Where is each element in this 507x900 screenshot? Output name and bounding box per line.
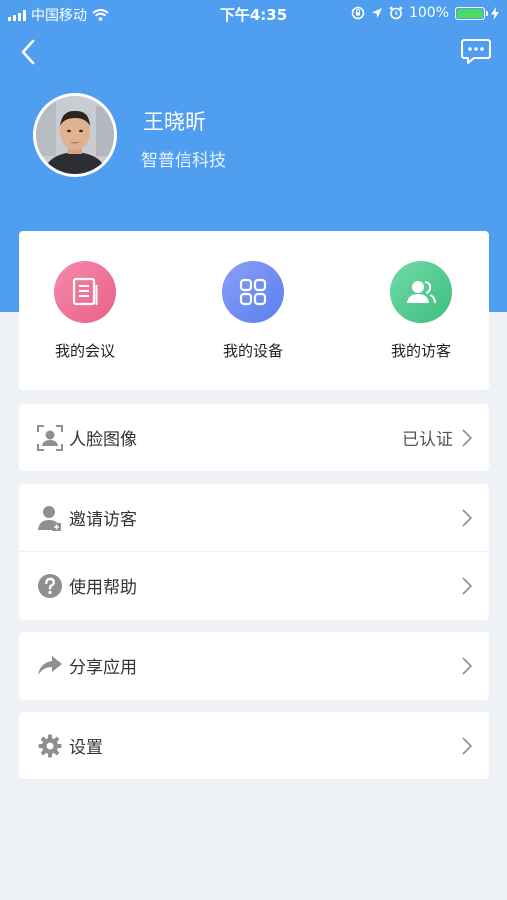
quick-action-label: 我的会议 [54, 342, 115, 360]
user-add-icon [37, 505, 63, 531]
user-name: 王晓昕 [143, 110, 206, 134]
gear-icon [37, 733, 63, 759]
location-icon [371, 8, 382, 18]
invite-visitor-row[interactable]: 邀请访客 [19, 484, 489, 551]
user-company: 智普信科技 [141, 151, 226, 171]
question-circle-icon [37, 573, 63, 599]
quick-action-label: 我的访客 [390, 342, 451, 360]
chevron-right-icon [462, 428, 473, 447]
status-bar: 中国移动 下午4:35 100% [0, 0, 507, 28]
face-image-row[interactable]: 人脸图像 已认证 [19, 404, 489, 471]
chat-bubble-icon [461, 39, 491, 64]
alarm-icon [389, 6, 403, 20]
settings-row[interactable]: 设置 [19, 712, 489, 779]
rotation-lock-icon [351, 6, 365, 20]
people-icon [390, 261, 452, 323]
share-card: 分享应用 [19, 632, 489, 700]
settings-label: 设置 [69, 738, 103, 758]
invite-visitor-label: 邀请访客 [69, 510, 137, 530]
face-scan-icon [37, 424, 63, 451]
quick-actions-card: 我的会议 我的设备 我的访客 [19, 231, 489, 390]
chevron-right-icon [462, 736, 473, 755]
grid-icon [222, 261, 284, 323]
my-visitors-button[interactable]: 我的访客 [361, 261, 481, 361]
share-app-row[interactable]: 分享应用 [19, 632, 489, 699]
verification-status: 已认证 [402, 430, 453, 450]
face-image-label: 人脸图像 [69, 430, 137, 450]
battery-percent: 100% [408, 5, 449, 21]
charging-icon [491, 6, 499, 20]
settings-card: 设置 [19, 712, 489, 779]
avatar[interactable] [33, 93, 117, 177]
back-button[interactable] [14, 36, 44, 68]
my-devices-button[interactable]: 我的设备 [193, 261, 313, 361]
face-image-card: 人脸图像 已认证 [19, 404, 489, 471]
message-button[interactable] [460, 38, 492, 66]
quick-action-label: 我的设备 [222, 342, 283, 360]
battery-icon [455, 6, 488, 20]
document-icon [54, 261, 116, 323]
my-meetings-button[interactable]: 我的会议 [25, 261, 145, 361]
share-app-label: 分享应用 [69, 658, 137, 678]
help-label: 使用帮助 [69, 578, 137, 598]
chevron-right-icon [462, 656, 473, 675]
chevron-right-icon [462, 508, 473, 527]
chevron-right-icon [462, 576, 473, 595]
chevron-left-icon [21, 39, 35, 65]
avatar-photo [36, 96, 114, 174]
help-row[interactable]: 使用帮助 [19, 552, 489, 619]
share-arrow-icon [37, 653, 63, 679]
invite-help-card: 邀请访客 使用帮助 [19, 484, 489, 620]
